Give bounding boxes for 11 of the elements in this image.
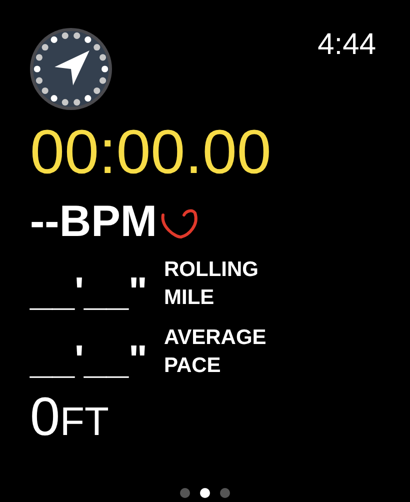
elapsed-time: 00:00.00: [30, 122, 272, 184]
heart-rate-value: --: [30, 200, 60, 244]
pace-value: __'__": [30, 272, 148, 312]
pace-value: __'__": [30, 340, 148, 380]
clock-time: 4:44: [318, 30, 376, 60]
heart-rate-unit: BPM: [59, 200, 158, 244]
pace-label: AVERAGE PACE: [164, 325, 268, 379]
elevation-unit: FT: [60, 402, 109, 442]
pace-label: ROLLING MILE: [164, 257, 260, 311]
elevation-value: 0: [30, 390, 60, 444]
location-arrow-icon[interactable]: [30, 28, 112, 110]
